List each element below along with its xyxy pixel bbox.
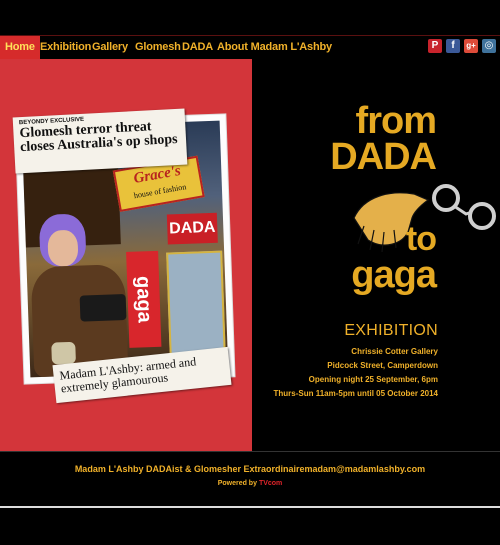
nav-home[interactable]: Home (0, 36, 40, 59)
powered-brand-tv[interactable]: TV (259, 480, 268, 487)
powered-brand-com[interactable]: com (268, 480, 282, 487)
exhibition-hours: Thurs-Sun 11am-5pm until 05 October 2014 (273, 389, 439, 398)
google-plus-icon[interactable]: g+ (464, 39, 478, 53)
pinterest-icon[interactable]: P (428, 39, 442, 53)
figure-face (47, 229, 79, 267)
shop-sign-dada: DADA (166, 212, 218, 245)
nav-glomesh[interactable]: Glomesh (135, 36, 181, 59)
footer-powered: Powered by TVcom (0, 480, 500, 487)
shop-window (166, 250, 226, 357)
exhibition-address: Pidcock Street, Camperdown (327, 361, 438, 370)
powered-prefix: Powered by (217, 480, 257, 487)
exhibition-opening: Opening night 25 September, 6pm (308, 375, 438, 384)
hero-line-to: to (405, 220, 437, 258)
shop-banner-text: gaga (131, 275, 156, 324)
clipping-headline: Glomesh terror threat closes Australia's… (19, 119, 178, 156)
newspaper-clipping-top: BEYONDY EXCLUSIVE Glomesh terror threat … (12, 108, 188, 174)
nav-exhibition[interactable]: Exhibition (40, 36, 91, 59)
figure-gun (79, 294, 127, 322)
footer: Madam L'Ashby DADAist & Glomesher Extrao… (0, 451, 500, 506)
nav-gallery[interactable]: Gallery (92, 36, 128, 59)
facebook-icon[interactable]: f (446, 39, 460, 53)
figure-purse (51, 341, 76, 365)
exhibition-venue: Chrissie Cotter Gallery (351, 347, 438, 356)
hero-line-from: from (355, 100, 437, 142)
hero-line-gaga: gaga (351, 254, 437, 296)
nav-about[interactable]: About Madam L'Ashby (217, 36, 332, 59)
bottom-divider (0, 506, 500, 508)
nav-dada[interactable]: DADA (182, 36, 213, 59)
footer-contact[interactable]: Madam L'Ashby DADAist & Glomesher Extrao… (0, 464, 500, 474)
exhibition-heading: EXHIBITION (344, 322, 438, 339)
main-nav: Home Exhibition Gallery Glomesh DADA Abo… (0, 35, 500, 60)
top-bar (0, 0, 500, 35)
instagram-icon[interactable]: ◎ (482, 39, 496, 53)
hero-line-dada: DADA (330, 136, 437, 178)
shop-banner: gaga (126, 250, 162, 348)
